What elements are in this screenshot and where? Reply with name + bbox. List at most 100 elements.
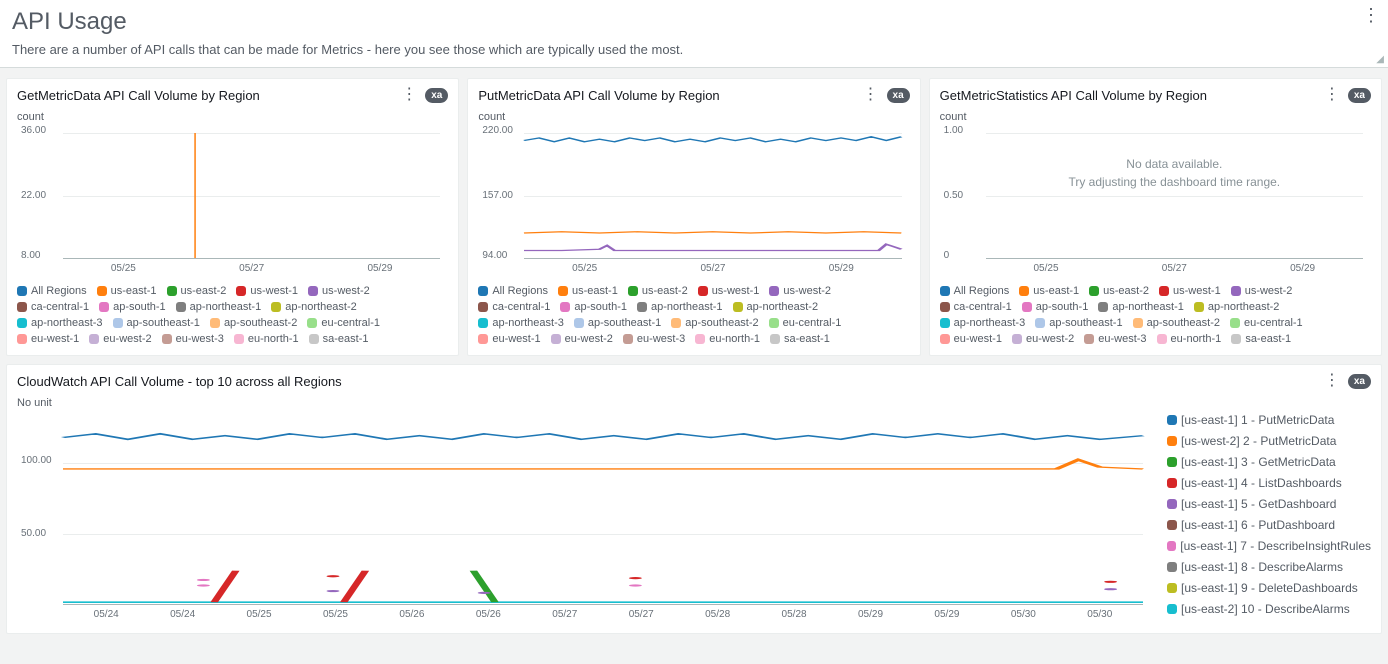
legend-item[interactable]: eu-west-3 [623,333,685,345]
legend-item[interactable]: ca-central-1 [478,301,550,313]
widget-kebab-icon[interactable]: ⋮ [1324,373,1340,389]
resize-grip-icon[interactable]: ◢ [1376,54,1384,65]
y-axis-label: count [478,111,909,123]
legend-item[interactable]: eu-west-2 [89,333,151,345]
chart-area[interactable]: 100.00 50.00 [17,413,1151,623]
legend-item[interactable]: us-west-2 [1231,285,1293,297]
legend-item[interactable]: All Regions [17,285,87,297]
legend-item[interactable]: [us-east-1] 1 - PutMetricData [1167,413,1371,427]
legend-item[interactable]: us-west-1 [698,285,760,297]
legend-label: [us-east-1] 5 - GetDashboard [1181,497,1336,511]
legend-item[interactable]: ap-southeast-1 [113,317,200,329]
legend-item[interactable]: eu-west-3 [162,333,224,345]
swatch-icon [1167,478,1177,488]
widget-kebab-icon[interactable]: ⋮ [1324,87,1340,103]
legend-item[interactable]: [us-east-1] 4 - ListDashboards [1167,476,1371,490]
legend-item[interactable]: [us-east-1] 8 - DescribeAlarms [1167,560,1371,574]
legend-item[interactable]: ca-central-1 [17,301,89,313]
legend-item[interactable]: [us-east-1] 9 - DeleteDashboards [1167,581,1371,595]
legend-item[interactable]: eu-north-1 [234,333,299,345]
legend-item[interactable]: eu-central-1 [769,317,842,329]
legend-item[interactable]: us-west-1 [236,285,298,297]
legend-item[interactable]: ap-south-1 [1022,301,1089,313]
legend-item[interactable]: ap-northeast-3 [940,317,1026,329]
legend-item[interactable]: us-west-2 [769,285,831,297]
legend-item[interactable]: sa-east-1 [309,333,369,345]
legend-item[interactable]: ap-southeast-2 [210,317,297,329]
legend-item[interactable]: ap-southeast-1 [574,317,661,329]
swatch-icon [1012,334,1022,344]
legend-item[interactable]: eu-north-1 [1157,333,1222,345]
legend-item[interactable]: [us-east-1] 5 - GetDashboard [1167,497,1371,511]
legend-item[interactable]: us-east-1 [97,285,157,297]
widget-put-metric-data: PutMetricData API Call Volume by Region … [467,78,920,356]
legend-item[interactable]: us-west-1 [1159,285,1221,297]
legend-item[interactable]: us-east-2 [628,285,688,297]
legend-item[interactable]: ca-central-1 [940,301,1012,313]
legend-item[interactable]: us-east-1 [558,285,618,297]
legend-item[interactable]: [us-east-2] 10 - DescribeAlarms [1167,602,1371,616]
widget-get-metric-data: GetMetricData API Call Volume by Region … [6,78,459,356]
legend-item[interactable]: All Regions [478,285,548,297]
swatch-icon [17,302,27,312]
legend-item[interactable]: [us-east-1] 3 - GetMetricData [1167,455,1371,469]
widget-kebab-icon[interactable]: ⋮ [401,87,417,103]
page-title: API Usage [12,8,1376,36]
legend-item[interactable]: ap-south-1 [560,301,627,313]
time-range-badge[interactable]: xa [887,88,910,103]
top10-legend: [us-east-1] 1 - PutMetricData [us-west-2]… [1151,413,1371,623]
widget-title: GetMetricStatistics API Call Volume by R… [940,88,1316,103]
chart-area[interactable]: 36.00 22.00 8.00 05/25 05/27 05/29 [17,127,448,277]
legend-item[interactable]: ap-northeast-1 [176,301,262,313]
legend-label: us-west-2 [783,285,831,297]
legend-item[interactable]: ap-northeast-2 [271,301,357,313]
legend-item[interactable]: ap-southeast-2 [1133,317,1220,329]
swatch-icon [308,286,318,296]
legend-label: ap-south-1 [574,301,627,313]
legend-item[interactable]: eu-west-1 [478,333,540,345]
widget-kebab-icon[interactable]: ⋮ [863,87,879,103]
x-ticks: 05/2405/2405/2505/2505/2605/2605/2705/27… [63,609,1143,623]
legend-item[interactable]: [us-east-1] 6 - PutDashboard [1167,518,1371,532]
legend-label: us-east-1 [1033,285,1079,297]
legend-item[interactable]: eu-west-3 [1084,333,1146,345]
page-kebab-icon[interactable]: ⋮ [1362,6,1380,24]
legend-item[interactable]: eu-west-2 [1012,333,1074,345]
legend-item[interactable]: eu-central-1 [1230,317,1303,329]
legend-item[interactable]: sa-east-1 [770,333,830,345]
legend-item[interactable]: All Regions [940,285,1010,297]
legend-item[interactable]: sa-east-1 [1231,333,1291,345]
y-tick: 0 [944,250,950,261]
widget-title: GetMetricData API Call Volume by Region [17,88,393,103]
legend-item[interactable]: eu-west-1 [940,333,1002,345]
legend-item[interactable]: ap-southeast-2 [671,317,758,329]
legend-item[interactable]: ap-northeast-1 [637,301,723,313]
time-range-badge[interactable]: xa [1348,88,1371,103]
swatch-icon [1231,334,1241,344]
legend-item[interactable]: us-east-2 [167,285,227,297]
legend-item[interactable]: eu-west-1 [17,333,79,345]
legend-item[interactable]: ap-northeast-2 [1194,301,1280,313]
legend-item[interactable]: ap-northeast-3 [17,317,103,329]
legend-item[interactable]: [us-west-2] 2 - PutMetricData [1167,434,1371,448]
x-tick: 05/26 [476,609,501,620]
legend-item[interactable]: us-east-1 [1019,285,1079,297]
legend-item[interactable]: ap-southeast-1 [1035,317,1122,329]
legend-item[interactable]: eu-west-2 [551,333,613,345]
legend-item[interactable]: us-west-2 [308,285,370,297]
legend-item[interactable]: eu-central-1 [307,317,380,329]
legend-item[interactable]: ap-northeast-3 [478,317,564,329]
legend-item[interactable]: [us-east-1] 7 - DescribeInsightRules [1167,539,1371,553]
legend-item[interactable]: ap-south-1 [99,301,166,313]
time-range-badge[interactable]: xa [1348,374,1371,389]
time-range-badge[interactable]: xa [425,88,448,103]
legend-item[interactable]: eu-north-1 [695,333,760,345]
chart-area[interactable]: 1.00 0.50 0 No data available. Try adjus… [940,127,1371,277]
legend-item[interactable]: ap-northeast-1 [1098,301,1184,313]
legend-label: us-east-2 [1103,285,1149,297]
chart-area[interactable]: 220.00 157.00 94.00 05/25 05/27 05/29 [478,127,909,277]
legend-item[interactable]: us-east-2 [1089,285,1149,297]
legend-item[interactable]: ap-northeast-2 [733,301,819,313]
x-tick: 05/29 [829,263,854,274]
legend-label: eu-central-1 [1244,317,1303,329]
